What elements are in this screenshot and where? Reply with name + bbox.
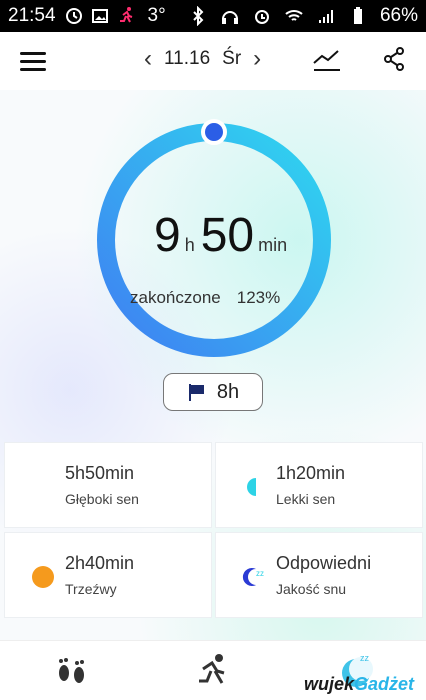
minutes-value: 50: [200, 209, 255, 262]
completion-percent: 123%: [236, 288, 281, 307]
footprints-icon[interactable]: [52, 651, 92, 691]
completion-label: zakończone: [130, 288, 221, 307]
goal-value: 8h: [216, 380, 240, 403]
image-icon: [91, 9, 108, 23]
wifi-icon: [285, 10, 303, 21]
flag-icon: [188, 384, 204, 401]
light-sleep-card[interactable]: 1h20min Lekki sen: [215, 442, 423, 528]
deep-sleep-value: 5h50min: [65, 463, 135, 483]
bluetooth-icon: [193, 6, 204, 26]
sleep-summary: 9 h 50 min zakończone 123% 8h 5h50min Gł…: [0, 90, 426, 640]
total-sleep: 9 h 50 min: [154, 208, 293, 263]
awake-value: 2h40min: [65, 553, 135, 573]
awake-label: Trzeźwy: [65, 581, 117, 597]
half-circle-icon: [247, 478, 256, 496]
svg-text:zz: zz: [256, 569, 264, 578]
sleep-quality-icon: zz: [242, 568, 264, 586]
light-sleep-value: 1h20min: [276, 463, 346, 483]
clock: 21:54: [8, 5, 56, 26]
sun-dot-icon: [32, 566, 54, 588]
menu-button[interactable]: [20, 52, 46, 72]
sleep-goal-button[interactable]: 8h: [163, 373, 263, 411]
temperature: 3°: [147, 5, 166, 26]
svg-text:zz: zz: [360, 653, 370, 663]
sync-icon: [65, 8, 82, 24]
moon-icon: [37, 478, 47, 496]
battery-icon: [353, 7, 362, 24]
current-date: 11.16: [164, 48, 211, 69]
completion: zakończone 123%: [130, 288, 280, 308]
running-icon[interactable]: [193, 651, 233, 691]
running-icon: [119, 7, 132, 23]
deep-sleep-label: Głęboki sen: [65, 491, 139, 507]
headphones-icon: [221, 11, 238, 24]
minutes-unit: min: [258, 235, 288, 255]
watermark: wujekGadżet: [304, 674, 414, 695]
chevron-left-icon[interactable]: ‹: [144, 45, 152, 73]
battery-percent: 66%: [379, 5, 418, 26]
alarm-icon: [254, 10, 269, 24]
date-navigator: ‹ 11.16 Śr ›: [144, 44, 261, 74]
awake-card[interactable]: 2h40min Trzeźwy: [4, 532, 212, 618]
watermark-part1: wujek: [304, 674, 355, 694]
light-sleep-label: Lekki sen: [276, 491, 336, 507]
signal-icon: [318, 10, 333, 23]
ring-handle: [201, 119, 227, 145]
top-header: ‹ 11.16 Śr ›: [0, 32, 426, 90]
sleep-quality-card[interactable]: zz Odpowiedni Jakość snu: [215, 532, 423, 618]
status-bar: 21:54 3° 66%: [0, 0, 426, 32]
hours-value: 9: [154, 209, 181, 262]
chevron-right-icon[interactable]: ›: [253, 45, 261, 73]
weekday: Śr: [222, 48, 242, 69]
sleep-quality-value: Odpowiedni: [276, 553, 372, 573]
hours-unit: h: [184, 235, 195, 255]
share-icon[interactable]: [382, 46, 406, 72]
trend-icon[interactable]: [312, 46, 342, 72]
deep-sleep-card[interactable]: 5h50min Głęboki sen: [4, 442, 212, 528]
watermark-part2: Gadżet: [354, 674, 415, 694]
sleep-quality-label: Jakość snu: [276, 581, 347, 597]
